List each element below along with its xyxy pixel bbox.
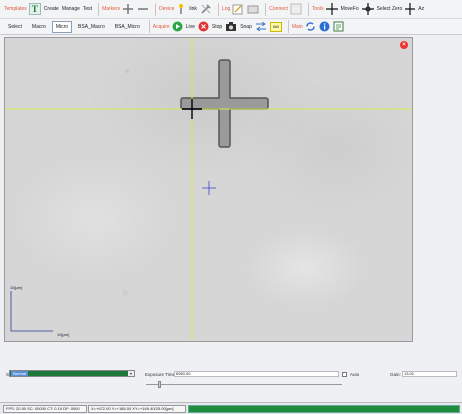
auto-white-icon[interactable]: AW: [269, 21, 282, 33]
camera-icon[interactable]: [225, 21, 237, 33]
tab-select[interactable]: Select: [4, 21, 26, 33]
device-icon[interactable]: [176, 3, 186, 15]
stop-button[interactable]: Stop: [212, 24, 222, 30]
progress-bar: [188, 405, 460, 413]
scale-bar-y-label: 10[µm]: [10, 285, 23, 290]
tab-bsa-macro[interactable]: BSA_Macro: [74, 21, 109, 33]
divider: [148, 20, 150, 33]
microscope-image-view[interactable]: × 10[µm] 10[µm]: [4, 37, 413, 342]
add-marker-icon[interactable]: [122, 3, 134, 15]
exposure-slider-thumb[interactable]: [158, 381, 161, 388]
image-overlay: [5, 38, 412, 341]
stop-icon[interactable]: [198, 21, 209, 33]
tools-group-label: Tools: [311, 6, 324, 12]
cross-fiducial: [180, 59, 269, 148]
select-zero-icon[interactable]: [361, 3, 374, 15]
link-button[interactable]: link: [189, 6, 197, 12]
markers-group-label: Markers: [102, 6, 121, 12]
main-toolbar: Templates T Create Manage Test Markers D…: [0, 0, 462, 19]
auto-label: Auto: [350, 372, 360, 377]
log-settings-icon[interactable]: [247, 3, 259, 15]
fps-status: FPS: 20.50 SC: 00000 CT: 0.19 DF: 0000: [3, 405, 87, 413]
acquire-group-label: Acquire: [152, 23, 170, 30]
divider: [155, 2, 157, 16]
auto-button[interactable]: Az: [418, 6, 424, 12]
app-window: Templates T Create Manage Test Markers D…: [0, 0, 462, 414]
divider: [265, 2, 267, 16]
camera-controls: Scale: Normal ▾ Exposure Time: 6960.00 A…: [0, 344, 462, 402]
log-group-label: Log: [221, 6, 231, 12]
log-edit-icon[interactable]: [232, 3, 244, 15]
tab-macro[interactable]: Macro: [28, 21, 50, 33]
create-button[interactable]: Create: [44, 6, 59, 12]
move-focus-icon[interactable]: [325, 3, 338, 15]
auto-white-label: AW: [269, 21, 282, 32]
refresh-icon[interactable]: [305, 21, 316, 33]
scale-select-value: Normal: [11, 371, 28, 376]
chevron-down-icon[interactable]: ▾: [128, 371, 134, 376]
select-zero-button[interactable]: Select Zero: [377, 6, 403, 12]
exposure-input[interactable]: 6960.00: [174, 371, 339, 377]
auto-icon[interactable]: [405, 3, 416, 15]
divider: [98, 2, 100, 16]
device-group-label: Device: [159, 6, 175, 12]
divider: [217, 2, 219, 16]
info-icon[interactable]: [319, 21, 330, 33]
exposure-slider[interactable]: [146, 384, 342, 385]
scale-bar: [10, 291, 53, 332]
live-icon[interactable]: [172, 21, 183, 33]
gain-input[interactable]: 13.01: [402, 371, 457, 377]
auto-checkbox[interactable]: [342, 372, 347, 377]
connect-icon[interactable]: [290, 3, 302, 15]
close-view-icon[interactable]: ×: [400, 41, 408, 49]
scale-bar-x-label: 10[µm]: [57, 332, 70, 337]
test-button[interactable]: Test: [83, 6, 92, 12]
divider: [287, 20, 289, 33]
connect-group-label: Connect: [269, 6, 288, 12]
status-bar: FPS: 20.50 SC: 00000 CT: 0.19 DF: 0000 X…: [0, 402, 462, 414]
divider: [307, 2, 309, 16]
position-status: X=+672.00 Y=+188.00 XY=+169.40/25.00[µm]: [88, 405, 186, 413]
form-icon[interactable]: [333, 21, 344, 33]
create-template-icon[interactable]: T: [28, 3, 41, 15]
gain-label: Gain:: [390, 372, 401, 377]
wrench-icon[interactable]: [200, 3, 212, 15]
manage-button[interactable]: Manage: [62, 6, 80, 12]
arrows-icon[interactable]: [255, 21, 267, 33]
acquire-toolbar: Select Macro Micro BSA_Macro BSA_Micro A…: [0, 19, 462, 35]
tab-micro[interactable]: Micro: [51, 20, 73, 33]
scale-select[interactable]: Normal ▾: [9, 370, 135, 377]
snap-button[interactable]: Snap: [240, 24, 252, 30]
templates-group-label: Templates: [4, 6, 27, 12]
live-button[interactable]: Live: [186, 24, 195, 30]
remove-marker-icon[interactable]: [137, 3, 149, 15]
move-focus-button[interactable]: MoveFo: [341, 6, 359, 12]
target-marker: [202, 181, 216, 195]
tab-bsa-micro[interactable]: BSA_Micro: [111, 21, 144, 33]
main-group-label: Main: [291, 23, 303, 30]
exposure-label: Exposure Time:: [145, 372, 177, 377]
